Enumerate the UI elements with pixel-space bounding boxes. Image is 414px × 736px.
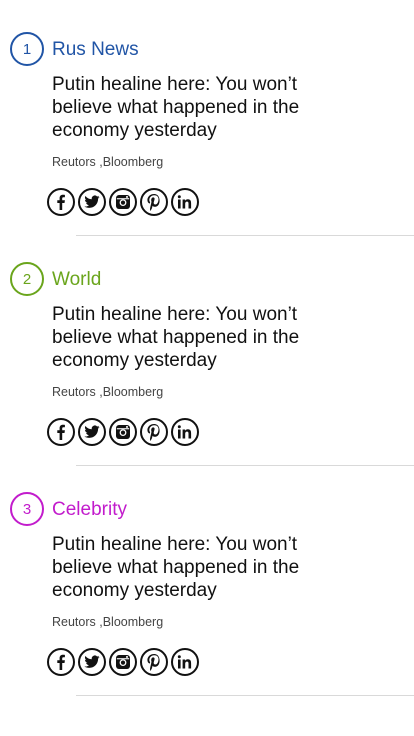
share-buttons	[47, 418, 202, 446]
pinterest-share-button[interactable]	[140, 188, 168, 216]
facebook-icon	[54, 194, 68, 210]
story-item: 3 Celebrity Putin healine here: You won’…	[0, 492, 414, 722]
share-buttons	[47, 188, 202, 216]
instagram-share-button[interactable]	[109, 188, 137, 216]
divider	[76, 695, 414, 696]
twitter-share-button[interactable]	[78, 188, 106, 216]
story-category-link[interactable]: Rus News	[52, 40, 139, 59]
linkedin-share-button[interactable]	[171, 648, 199, 676]
share-buttons	[47, 648, 202, 676]
story-number-badge: 3	[10, 492, 44, 526]
instagram-share-button[interactable]	[109, 418, 137, 446]
story-headline[interactable]: Putin healine here: You won’t believe wh…	[52, 533, 312, 602]
story-category-link[interactable]: World	[52, 270, 101, 289]
twitter-share-button[interactable]	[78, 648, 106, 676]
linkedin-icon	[177, 195, 193, 209]
instagram-share-button[interactable]	[109, 648, 137, 676]
story-sources: Reutors ,Bloomberg	[52, 615, 164, 629]
instagram-icon	[115, 424, 131, 440]
story-number-badge: 1	[10, 32, 44, 66]
facebook-share-button[interactable]	[47, 188, 75, 216]
story-number-badge: 2	[10, 262, 44, 296]
twitter-share-button[interactable]	[78, 418, 106, 446]
linkedin-icon	[177, 655, 193, 669]
facebook-share-button[interactable]	[47, 418, 75, 446]
pinterest-share-button[interactable]	[140, 418, 168, 446]
story-headline[interactable]: Putin healine here: You won’t believe wh…	[52, 73, 312, 142]
pinterest-icon	[147, 653, 161, 671]
pinterest-icon	[147, 423, 161, 441]
story-item: 1 Rus News Putin healine here: You won’t…	[0, 32, 414, 262]
story-sources: Reutors ,Bloomberg	[52, 155, 164, 169]
twitter-icon	[84, 195, 100, 209]
linkedin-share-button[interactable]	[171, 418, 199, 446]
story-sources: Reutors ,Bloomberg	[52, 385, 164, 399]
facebook-icon	[54, 424, 68, 440]
instagram-icon	[115, 194, 131, 210]
story-category-row: 1 Rus News	[10, 32, 139, 66]
facebook-share-button[interactable]	[47, 648, 75, 676]
pinterest-share-button[interactable]	[140, 648, 168, 676]
facebook-icon	[54, 654, 68, 670]
story-category-row: 2 World	[10, 262, 101, 296]
story-category-row: 3 Celebrity	[10, 492, 127, 526]
instagram-icon	[115, 654, 131, 670]
linkedin-share-button[interactable]	[171, 188, 199, 216]
divider	[76, 465, 414, 466]
twitter-icon	[84, 655, 100, 669]
twitter-icon	[84, 425, 100, 439]
story-item: 2 World Putin healine here: You won’t be…	[0, 262, 414, 492]
linkedin-icon	[177, 425, 193, 439]
story-headline[interactable]: Putin healine here: You won’t believe wh…	[52, 303, 312, 372]
story-category-link[interactable]: Celebrity	[52, 500, 127, 519]
divider	[76, 235, 414, 236]
pinterest-icon	[147, 193, 161, 211]
